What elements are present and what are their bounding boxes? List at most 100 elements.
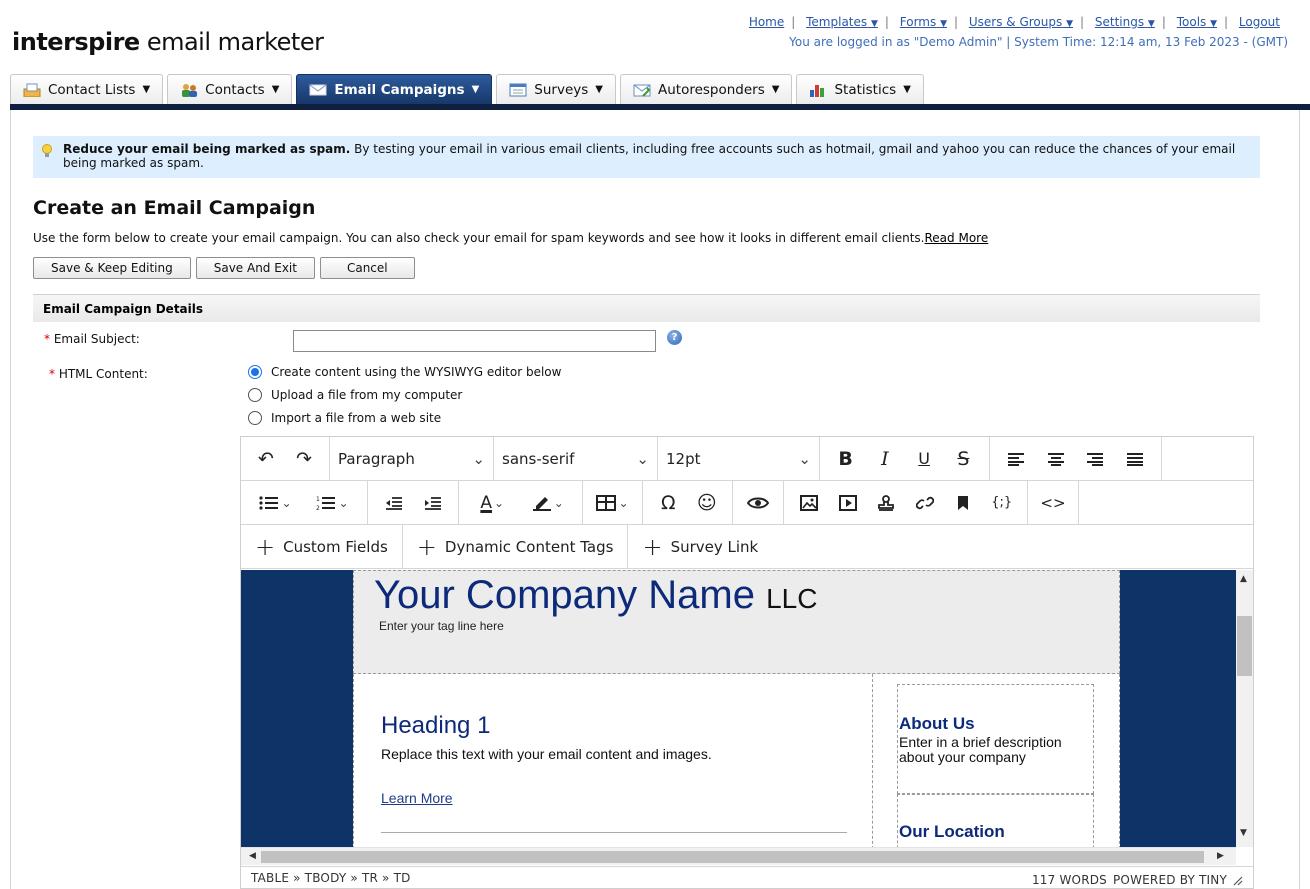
tab-email-campaigns[interactable]: Email Campaigns ▼	[296, 74, 493, 104]
text-color-icon[interactable]: A ⌄	[477, 488, 507, 518]
image-icon[interactable]	[794, 488, 824, 518]
vertical-scrollbar[interactable]: ▲ ▼	[1236, 570, 1253, 847]
element-path[interactable]: TABLE » TBODY » TR » TD	[251, 871, 411, 888]
radio-upload-file[interactable]: Upload a file from my computer	[248, 388, 462, 402]
radio-import-web[interactable]: Import a file from a web site	[248, 411, 441, 425]
horizontal-scrollbar[interactable]: ◀ ▶	[241, 847, 1236, 865]
preview-eye-icon[interactable]	[743, 488, 773, 518]
scroll-left-icon[interactable]: ◀	[249, 851, 256, 861]
tip-heading: Reduce your email being marked as spam.	[63, 142, 351, 156]
company-name[interactable]: Your Company Name LLC	[374, 573, 817, 618]
nav-logout-link[interactable]: Logout	[1239, 15, 1280, 29]
nav-forms-link[interactable]: Forms ▼	[900, 15, 947, 29]
font-family-select[interactable]: sans-serif ⌄	[494, 437, 658, 480]
cancel-button[interactable]: Cancel	[319, 257, 415, 279]
radio-wysiwyg[interactable]: Create content using the WYSIWYG editor …	[248, 365, 561, 379]
editor-content-area[interactable]: Your Company Name LLC Enter your tag lin…	[241, 570, 1236, 847]
save-keep-editing-button[interactable]: Save & Keep Editing	[33, 257, 191, 279]
about-us-heading[interactable]: About Us	[899, 714, 975, 734]
nav-tools-link[interactable]: Tools ▼	[1177, 15, 1217, 29]
lightbulb-icon	[41, 144, 53, 158]
bullet-list-icon[interactable]: ⌄	[259, 488, 292, 518]
content-text[interactable]: Replace this text with your email conten…	[381, 746, 712, 762]
outdent-icon[interactable]	[379, 488, 409, 518]
read-more-link[interactable]: Read More	[925, 231, 989, 245]
learn-more-link[interactable]: Learn More	[381, 790, 453, 806]
table-icon[interactable]: ⌄	[596, 488, 629, 518]
login-status: You are logged in as "Demo Admin" | Syst…	[789, 35, 1288, 49]
nav-templates-link[interactable]: Templates ▼	[806, 15, 878, 29]
resize-handle-icon[interactable]	[1233, 875, 1243, 885]
location-heading[interactable]: Our Location	[899, 822, 1005, 842]
help-icon[interactable]: ?	[667, 330, 682, 345]
content-heading[interactable]: Heading 1	[381, 712, 490, 740]
email-subject-input[interactable]	[293, 330, 656, 352]
about-us-text[interactable]: Enter in a brief description about your …	[899, 735, 1089, 765]
word-count[interactable]: 117 WORDS	[1032, 873, 1107, 887]
action-buttons: Save & Keep Editing Save And Exit Cancel	[33, 257, 415, 279]
block-format-select[interactable]: Paragraph ⌄	[330, 437, 494, 480]
dynamic-content-tags-button[interactable]: + Dynamic Content Tags	[403, 525, 629, 568]
strikethrough-icon[interactable]: S	[948, 444, 978, 474]
justify-icon[interactable]	[1120, 444, 1150, 474]
align-left-icon[interactable]	[1001, 444, 1031, 474]
nav-settings-link[interactable]: Settings ▼	[1095, 15, 1155, 29]
font-size-select[interactable]: 12pt ⌄	[658, 437, 820, 480]
chevron-down-icon: ⌄	[798, 449, 811, 468]
radio-button[interactable]	[248, 365, 262, 379]
undo-icon[interactable]: ↶	[251, 444, 281, 474]
scroll-thumb[interactable]	[261, 851, 1204, 863]
scroll-right-icon[interactable]: ▶	[1217, 851, 1224, 861]
caret-down-icon: ▼	[142, 84, 151, 95]
special-character-icon[interactable]: Ω	[653, 488, 683, 518]
caret-down-icon: ▼	[903, 84, 911, 95]
bar-chart-icon	[809, 83, 827, 97]
align-center-icon[interactable]	[1041, 444, 1071, 474]
source-code-icon[interactable]: <>	[1038, 488, 1068, 518]
location-block[interactable]: Our Location	[897, 794, 1094, 847]
scroll-up-icon[interactable]: ▲	[1240, 574, 1247, 584]
spam-tip-banner: Reduce your email being marked as spam. …	[33, 136, 1260, 178]
template-body[interactable]: Heading 1 Replace this text with your em…	[353, 674, 1120, 847]
powered-by-link[interactable]: POWERED BY TINY	[1113, 873, 1227, 887]
numbered-list-icon[interactable]: 1 2 ⌄	[316, 488, 348, 518]
custom-fields-button[interactable]: + Custom Fields	[241, 525, 403, 568]
underline-icon[interactable]: U	[909, 444, 939, 474]
nav-users-groups-link[interactable]: Users & Groups ▼	[969, 15, 1073, 29]
emoji-icon[interactable]: ☺	[692, 488, 722, 518]
contacts-icon	[180, 83, 198, 97]
tagline[interactable]: Enter your tag line here	[379, 619, 504, 633]
nav-home-link[interactable]: Home	[749, 15, 784, 29]
indent-icon[interactable]	[418, 488, 448, 518]
svg-text:1: 1	[316, 496, 320, 503]
template-variable-icon[interactable]: {;}	[987, 488, 1017, 518]
italic-icon[interactable]: I	[870, 444, 900, 474]
link-icon[interactable]	[910, 488, 940, 518]
bold-icon[interactable]: B	[831, 444, 861, 474]
caret-down-icon: ▼	[870, 19, 878, 29]
scroll-thumb[interactable]	[1237, 616, 1252, 676]
about-us-block[interactable]: About Us Enter in a brief description ab…	[897, 684, 1094, 794]
align-right-icon[interactable]	[1080, 444, 1110, 474]
tab-label: Statistics	[834, 81, 897, 98]
plus-icon: +	[642, 532, 663, 561]
tab-autoresponders[interactable]: Autoresponders ▼	[619, 74, 793, 104]
bookmark-icon[interactable]	[948, 488, 978, 518]
tab-contact-lists[interactable]: Contact Lists ▼	[10, 74, 164, 104]
redo-icon[interactable]: ↷	[289, 444, 319, 474]
save-and-exit-button[interactable]: Save And Exit	[195, 257, 315, 279]
tab-statistics[interactable]: Statistics ▼	[796, 74, 924, 104]
stamp-icon[interactable]	[871, 488, 901, 518]
tab-surveys[interactable]: Surveys ▼	[496, 74, 616, 104]
template-header[interactable]: Your Company Name LLC Enter your tag lin…	[353, 570, 1120, 674]
highlight-color-icon[interactable]: ⌄	[532, 488, 564, 518]
radio-button[interactable]	[248, 411, 262, 425]
html-content-label: * HTML Content:	[49, 367, 148, 381]
template-main-column[interactable]: Heading 1 Replace this text with your em…	[354, 674, 873, 847]
tab-contacts[interactable]: Contacts ▼	[167, 74, 293, 104]
survey-link-button[interactable]: + Survey Link	[628, 525, 772, 568]
divider	[381, 832, 847, 833]
radio-button[interactable]	[248, 388, 262, 402]
media-icon[interactable]	[833, 488, 863, 518]
scroll-down-icon[interactable]: ▼	[1240, 828, 1247, 838]
